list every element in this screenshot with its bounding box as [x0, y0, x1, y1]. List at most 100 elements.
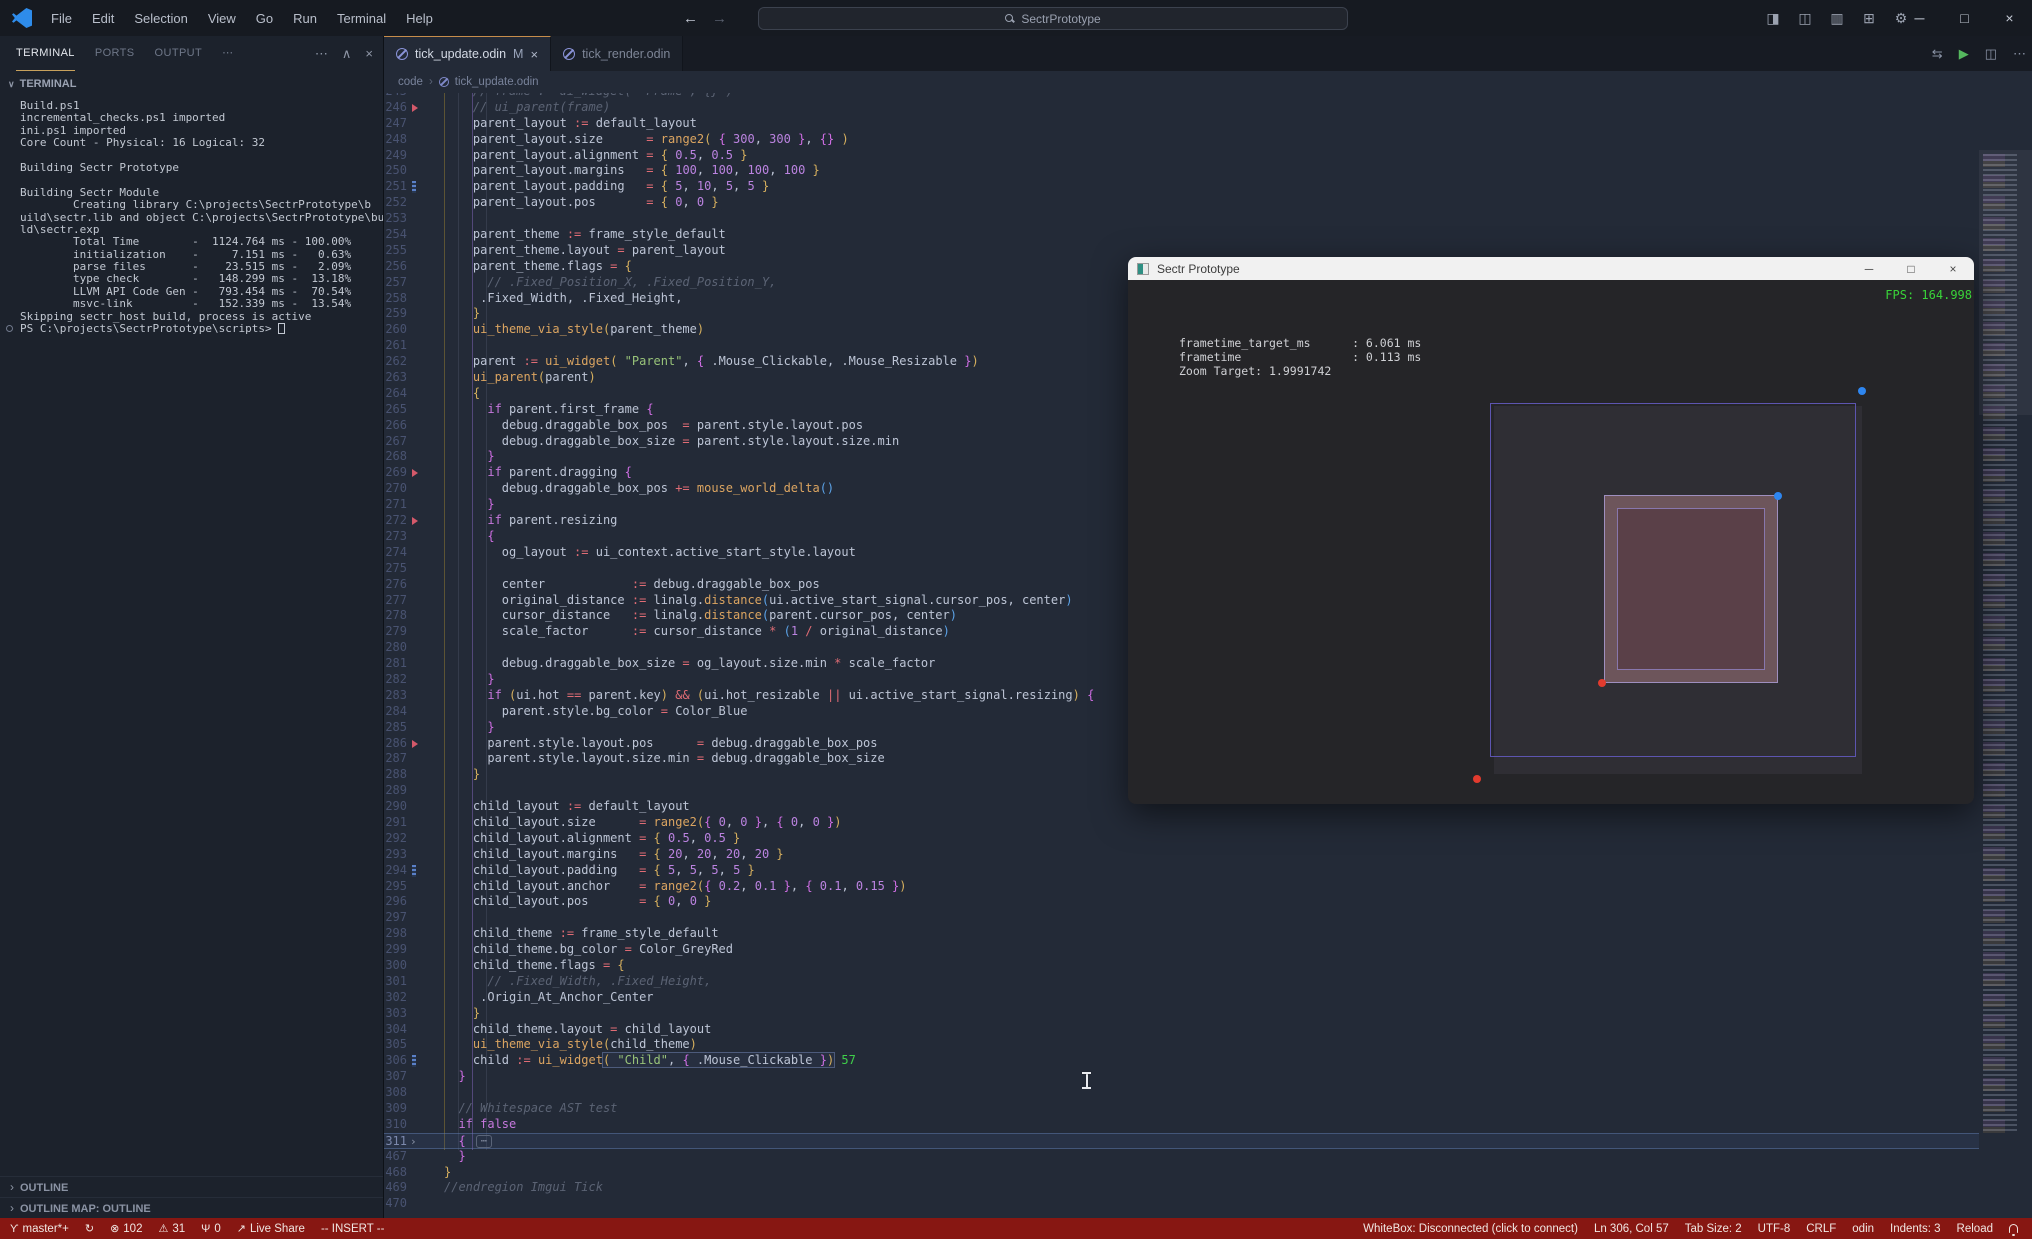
status-right-0[interactable]: WhiteBox: Disconnected (click to connect… [1363, 1223, 1578, 1235]
menu-view[interactable]: View [199, 7, 245, 30]
menu-help[interactable]: Help [397, 7, 442, 30]
close-button[interactable]: × [1987, 0, 2032, 36]
notifications-bell-icon[interactable] [2009, 1224, 2018, 1236]
status-right-5[interactable]: odin [1852, 1223, 1874, 1235]
menu-run[interactable]: Run [284, 7, 326, 30]
menu-go[interactable]: Go [247, 7, 282, 30]
sectr-close-button[interactable]: × [1932, 257, 1974, 280]
code-line-249[interactable]: 249 parent_layout.alignment = { 0.5, 0.5… [384, 148, 1979, 164]
sectr-maximize-button[interactable]: □ [1890, 257, 1932, 280]
panel-tab-output[interactable]: OUTPUT [155, 36, 203, 71]
code-line-305[interactable]: 305 ui_theme_via_style(child_theme) [384, 1037, 1979, 1053]
status-right-3[interactable]: UTF-8 [1758, 1223, 1791, 1235]
layout-icon-2[interactable]: ▥ [1826, 10, 1848, 27]
code-line-310[interactable]: 310 if false [384, 1117, 1979, 1133]
tab-tick_update.odin[interactable]: tick_update.odin M × [384, 36, 552, 71]
sectr-viewport[interactable]: FPS: 164.998 frametime_target_ms : 6.061… [1128, 280, 1974, 804]
panel-action-1[interactable]: ∧ [342, 46, 352, 62]
editor-action-3[interactable]: ⋯ [2013, 46, 2026, 62]
code-line-303[interactable]: 303 } [384, 1006, 1979, 1022]
code-line-248[interactable]: 248 parent_layout.size = range2( { 300, … [384, 132, 1979, 148]
code-line-295[interactable]: 295 child_layout.anchor = range2({ 0.2, … [384, 879, 1979, 895]
panel-tab-ports[interactable]: PORTS [95, 36, 135, 71]
code-line-254[interactable]: 254 parent_theme := frame_style_default [384, 227, 1979, 243]
tab-close-icon[interactable]: × [530, 47, 538, 62]
status-left-4[interactable]: Ψ0 [201, 1223, 221, 1235]
history-forward-icon[interactable]: → [712, 10, 727, 27]
status-left-6[interactable]: -- INSERT -- [321, 1223, 384, 1235]
status-left-2[interactable]: ⊗ 102 [110, 1222, 142, 1236]
code-line-467[interactable]: 467 } [384, 1149, 1979, 1165]
code-line-293[interactable]: 293 child_layout.margins = { 20, 20, 20,… [384, 847, 1979, 863]
editor-action-2[interactable]: ◫ [1985, 46, 1997, 62]
status-left-3[interactable]: ⚠ 31 [158, 1222, 185, 1236]
text-cursor-pointer [1082, 1072, 1091, 1089]
menu-edit[interactable]: Edit [83, 7, 123, 30]
code-line-309[interactable]: 309 // Whitespace AST test [384, 1101, 1979, 1117]
minimize-button[interactable]: ─ [1897, 0, 1942, 36]
code-line-250[interactable]: 250 parent_layout.margins = { 100, 100, … [384, 163, 1979, 179]
panel-tab-terminal[interactable]: TERMINAL [16, 36, 75, 71]
status-right-1[interactable]: Ln 306, Col 57 [1594, 1223, 1669, 1235]
code-line-301[interactable]: 301 // .Fixed_Width, .Fixed_Height, [384, 974, 1979, 990]
code-line-299[interactable]: 299 child_theme.bg_color = Color_GreyRed [384, 942, 1979, 958]
tab-tick_render.odin[interactable]: tick_render.odin [551, 36, 684, 71]
editor-action-0[interactable]: ⇆ [1932, 46, 1943, 62]
terminal-section-header[interactable]: ∨ TERMINAL [0, 72, 383, 96]
code-line-304[interactable]: 304 child_theme.layout = child_layout [384, 1022, 1979, 1038]
code-line-307[interactable]: 307 } [384, 1069, 1979, 1085]
code-line-245[interactable]: 245 // frame := ui_widget( "Frame", {} ) [384, 93, 1979, 100]
code-line-302[interactable]: 302 .Origin_At_Anchor_Center [384, 990, 1979, 1006]
terminal-prompt[interactable]: PS C:\projects\SectrPrototype\scripts> [6, 322, 383, 335]
breadcrumb-folder[interactable]: code [398, 76, 423, 88]
code-line-251[interactable]: 251 parent_layout.padding = { 5, 10, 5, … [384, 179, 1979, 195]
maximize-button[interactable]: □ [1942, 0, 1987, 36]
command-search-input[interactable]: SectrPrototype [758, 7, 1348, 30]
code-line-311[interactable]: 311 › { ⋯ [384, 1132, 1979, 1149]
menu-terminal[interactable]: Terminal [328, 7, 395, 30]
outline-section-outline-map-outline[interactable]: › OUTLINE MAP: OUTLINE [0, 1197, 383, 1218]
status-left-1[interactable]: ↻ [85, 1222, 94, 1235]
status-right-7[interactable]: Reload [1957, 1223, 1993, 1235]
panel-tab-⋯[interactable]: ⋯ [222, 36, 233, 71]
code-line-470[interactable]: 470 [384, 1196, 1979, 1212]
code-line-294[interactable]: 294 child_layout.padding = { 5, 5, 5, 5 … [384, 863, 1979, 879]
status-right-6[interactable]: Indents: 3 [1890, 1223, 1941, 1235]
code-line-298[interactable]: 298 child_theme := frame_style_default [384, 926, 1979, 942]
status-left-5[interactable]: ↗ Live Share [237, 1222, 305, 1236]
code-line-306[interactable]: 306 child := ui_widget( "Child", { .Mous… [384, 1052, 1979, 1069]
menu-selection[interactable]: Selection [125, 7, 196, 30]
layout-icon-1[interactable]: ◫ [1794, 10, 1816, 27]
sectr-titlebar[interactable]: Sectr Prototype ─ □ × [1128, 257, 1974, 280]
code-line-291[interactable]: 291 child_layout.size = range2({ 0, 0 },… [384, 815, 1979, 831]
breadcrumb-file[interactable]: tick_update.odin [455, 76, 539, 88]
breadcrumb[interactable]: code › tick_update.odin [384, 71, 2032, 93]
code-line-252[interactable]: 252 parent_layout.pos = { 0, 0 } [384, 195, 1979, 211]
code-line-247[interactable]: 247 parent_layout := default_layout [384, 116, 1979, 132]
panel-action-2[interactable]: × [365, 46, 373, 61]
code-line-468[interactable]: 468} [384, 1165, 1979, 1181]
minimap[interactable] [1979, 150, 2032, 1218]
minimap-slider[interactable] [1979, 150, 2032, 415]
code-line-246[interactable]: 246 // ui_parent(frame) [384, 100, 1979, 116]
code-line-308[interactable]: 308 [384, 1085, 1979, 1101]
terminal-output[interactable]: Build.ps1 incremental_checks.ps1 imported… [0, 100, 383, 620]
history-back-icon[interactable]: ← [683, 10, 698, 27]
outline-section-outline[interactable]: › OUTLINE [0, 1176, 383, 1197]
status-right-4[interactable]: CRLF [1806, 1223, 1836, 1235]
panel-action-0[interactable]: ⋯ [315, 46, 328, 62]
editor-action-1[interactable]: ▶ [1959, 46, 1969, 62]
code-line-292[interactable]: 292 child_layout.alignment = { 0.5, 0.5 … [384, 831, 1979, 847]
layout-icon-3[interactable]: ⊞ [1858, 10, 1880, 27]
sectr-prototype-window[interactable]: Sectr Prototype ─ □ × FPS: 164.998 frame… [1128, 257, 1974, 804]
code-line-253[interactable]: 253 [384, 211, 1979, 227]
status-left-0[interactable]: ϒmaster*+ [10, 1223, 69, 1235]
code-line-300[interactable]: 300 child_theme.flags = { [384, 958, 1979, 974]
status-right-2[interactable]: Tab Size: 2 [1685, 1223, 1742, 1235]
code-line-297[interactable]: 297 [384, 910, 1979, 926]
code-line-296[interactable]: 296 child_layout.pos = { 0, 0 } [384, 894, 1979, 910]
sectr-minimize-button[interactable]: ─ [1848, 257, 1890, 280]
menu-file[interactable]: File [42, 7, 81, 30]
layout-icon-0[interactable]: ◨ [1762, 10, 1784, 27]
code-line-469[interactable]: 469//endregion Imgui Tick [384, 1180, 1979, 1196]
